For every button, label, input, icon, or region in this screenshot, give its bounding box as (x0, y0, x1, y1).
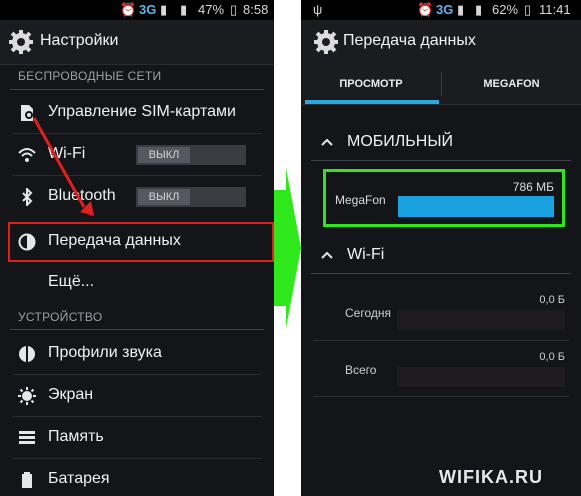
clock: 11:41 (539, 2, 571, 17)
storage-icon (19, 431, 35, 444)
battery-icon (22, 472, 32, 488)
section-device: УСТРОЙСТВО (18, 310, 103, 324)
section-title: МОБИЛЬНЫЙ (347, 133, 453, 150)
settings-item-label: Память (48, 428, 104, 445)
status-bar: ψ ⏰ 3G ▮ ▮ 62% ▯ 11:41 (301, 0, 581, 20)
carrier-label: MegaFon (335, 193, 386, 207)
settings-screen: ⏰ 3G ▮ ▮ 47% ▯ 8:58 Настройки БЕСПРОВОДН… (0, 0, 274, 496)
sound-profile-icon (19, 346, 35, 362)
item-divider (313, 340, 569, 341)
period-label: Всего (345, 363, 377, 377)
data-usage-screen: ψ ⏰ 3G ▮ ▮ 62% ▯ 11:41 Передача данных П… (301, 0, 581, 496)
page-title: Передача данных (343, 32, 476, 49)
settings-item-more[interactable]: Ещё... (0, 264, 274, 302)
section-divider (10, 329, 264, 330)
battery-icon: ▯ (524, 2, 532, 17)
settings-gear-icon[interactable] (313, 29, 339, 55)
settings-item-sound[interactable]: Профили звука (0, 335, 274, 373)
tab-megafon[interactable]: MEGAFON (442, 64, 581, 104)
section-title: Wi-Fi (347, 246, 385, 263)
settings-item-label: Экран (48, 386, 94, 403)
tab-overview[interactable]: ПРОСМОТР (301, 64, 441, 104)
settings-item-label: Батарея (48, 470, 110, 487)
usage-bar (397, 367, 565, 387)
settings-item-label: Ещё... (48, 273, 95, 290)
settings-item-screen[interactable]: Экран (0, 377, 274, 415)
tab-bar: ПРОСМОТР MEGAFON (301, 64, 581, 105)
chevron-up-icon (321, 251, 333, 259)
section-divider (311, 273, 571, 274)
network-type: 3G (436, 2, 454, 17)
tab-active-indicator (305, 100, 439, 104)
chevron-up-icon (321, 138, 333, 146)
site-watermark: WIFIKA.RU (439, 467, 543, 487)
wifi-today-row[interactable]: 0,0 Б Сегодня (301, 290, 581, 334)
usage-bar (398, 196, 554, 217)
action-bar: Передача данных (301, 20, 581, 65)
item-divider (12, 374, 262, 375)
usb-icon: ψ (313, 2, 323, 17)
alarm-icon: ⏰ (417, 2, 434, 17)
battery-percent: 62% (492, 2, 519, 17)
usage-value: 0,0 Б (539, 351, 565, 363)
period-label: Сегодня (345, 306, 391, 320)
usage-value: 0,0 Б (539, 294, 565, 306)
settings-item-label: Профили звука (48, 344, 162, 361)
signal-icon: ▮ (457, 2, 465, 17)
red-pointer-arrow (32, 117, 94, 216)
green-transition-arrow (274, 168, 301, 328)
wifi-total-row[interactable]: 0,0 Б Всего (301, 347, 581, 391)
item-divider (12, 416, 262, 417)
usage-value: 786 МБ (512, 180, 554, 194)
section-divider (311, 160, 571, 161)
item-divider (313, 396, 569, 397)
settings-item-battery[interactable]: Батарея (0, 461, 274, 496)
item-divider (12, 458, 262, 459)
settings-item-memory[interactable]: Память (0, 419, 274, 457)
brightness-icon (18, 387, 36, 405)
megafon-usage-row[interactable]: MegaFon 786 МБ (323, 169, 565, 227)
wifi-section-header[interactable]: Wi-Fi (301, 241, 581, 271)
usage-bar (397, 310, 565, 330)
signal-icon-2: ▮ (475, 2, 483, 17)
mobile-section-header[interactable]: МОБИЛЬНЫЙ (301, 128, 581, 158)
